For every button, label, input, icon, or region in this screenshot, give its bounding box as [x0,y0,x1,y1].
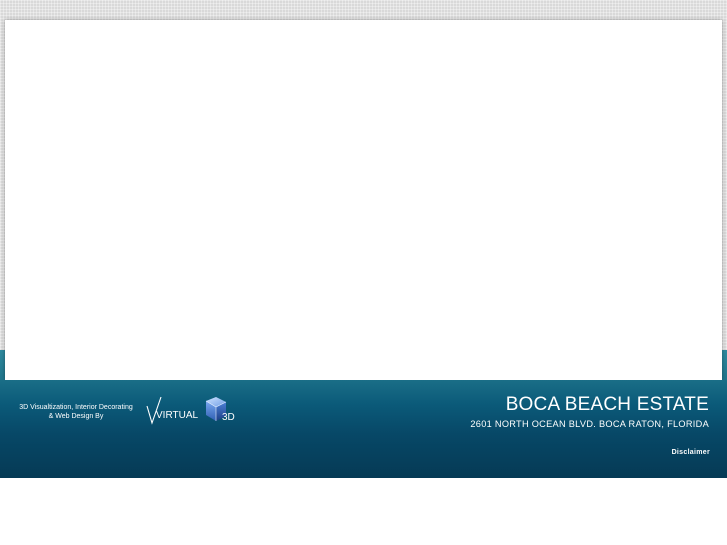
virtual-3d-logo[interactable]: VIRTUAL 3D [146,394,242,428]
disclaimer-link[interactable]: Disclaimer [672,449,710,456]
main-content-panel [5,20,722,380]
logo-text-3d: 3D [222,412,235,423]
credit-line-2: & Web Design By [48,413,104,420]
estate-title: BOCA BEACH ESTATE [505,394,709,415]
logo-text-virtual: VIRTUAL [156,410,198,421]
estate-address: 2601 NORTH OCEAN BLVD. BOCA RATON, FLORI… [470,419,709,429]
credit-line-1: 3D Visualtization, Interior Decorating [19,404,133,411]
design-credit: 3D Visualtization, Interior Decorating &… [8,403,144,421]
site-footer: 3D Visualtization, Interior Decorating &… [0,380,727,478]
